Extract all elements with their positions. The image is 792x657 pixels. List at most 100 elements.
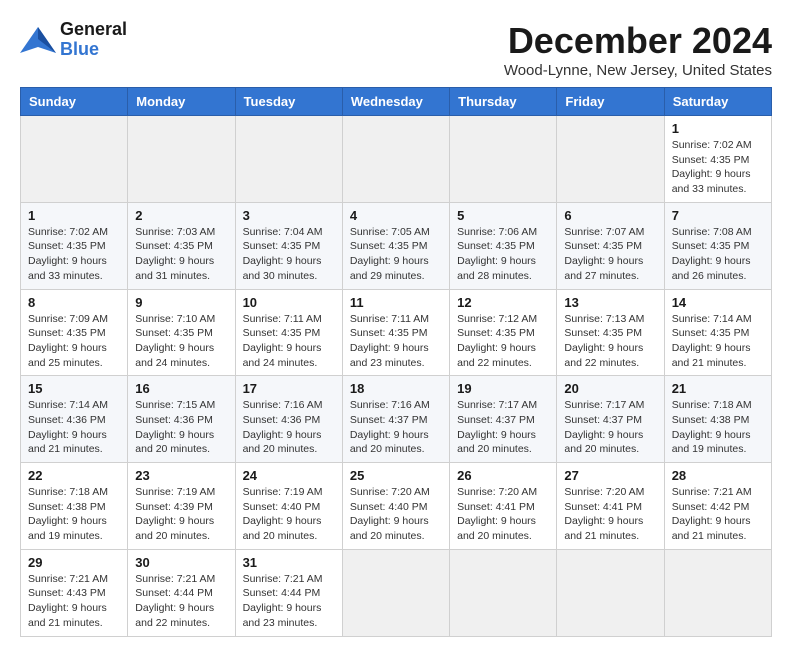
day-info: Sunrise: 7:17 AMSunset: 4:37 PMDaylight:… xyxy=(457,398,549,457)
day-number: 1 xyxy=(672,121,764,136)
page-header: General Blue December 2024 Wood-Lynne, N… xyxy=(20,20,772,79)
calendar-cell xyxy=(21,116,128,203)
day-info: Sunrise: 7:03 AMSunset: 4:35 PMDaylight:… xyxy=(135,225,227,284)
day-info: Sunrise: 7:17 AMSunset: 4:37 PMDaylight:… xyxy=(564,398,656,457)
calendar-cell: 2 Sunrise: 7:03 AMSunset: 4:35 PMDaylight… xyxy=(128,202,235,289)
day-info: Sunrise: 7:18 AMSunset: 4:38 PMDaylight:… xyxy=(28,485,120,544)
day-number: 2 xyxy=(135,208,227,223)
day-info: Sunrise: 7:11 AMSunset: 4:35 PMDaylight:… xyxy=(350,312,442,371)
day-number: 13 xyxy=(564,295,656,310)
day-info: Sunrise: 7:07 AMSunset: 4:35 PMDaylight:… xyxy=(564,225,656,284)
day-number: 11 xyxy=(350,295,442,310)
location-title: Wood-Lynne, New Jersey, United States xyxy=(504,62,772,79)
logo-icon xyxy=(20,25,56,55)
day-number: 18 xyxy=(350,381,442,396)
day-number: 27 xyxy=(564,468,656,483)
day-number: 14 xyxy=(672,295,764,310)
day-info: Sunrise: 7:12 AMSunset: 4:35 PMDaylight:… xyxy=(457,312,549,371)
day-number: 10 xyxy=(243,295,335,310)
day-number: 12 xyxy=(457,295,549,310)
calendar-cell: 27 Sunrise: 7:20 AMSunset: 4:41 PMDayligh… xyxy=(557,463,664,550)
day-number: 21 xyxy=(672,381,764,396)
day-number: 30 xyxy=(135,555,227,570)
calendar-cell xyxy=(342,116,449,203)
day-info: Sunrise: 7:21 AMSunset: 4:44 PMDaylight:… xyxy=(135,572,227,631)
day-info: Sunrise: 7:14 AMSunset: 4:36 PMDaylight:… xyxy=(28,398,120,457)
calendar-cell: 29 Sunrise: 7:21 AMSunset: 4:43 PMDayligh… xyxy=(21,549,128,636)
day-number: 16 xyxy=(135,381,227,396)
calendar-cell: 30 Sunrise: 7:21 AMSunset: 4:44 PMDayligh… xyxy=(128,549,235,636)
day-info: Sunrise: 7:08 AMSunset: 4:35 PMDaylight:… xyxy=(672,225,764,284)
day-info: Sunrise: 7:21 AMSunset: 4:43 PMDaylight:… xyxy=(28,572,120,631)
calendar-cell xyxy=(557,116,664,203)
calendar-cell xyxy=(664,549,771,636)
day-number: 19 xyxy=(457,381,549,396)
day-info: Sunrise: 7:02 AMSunset: 4:35 PMDaylight:… xyxy=(672,138,764,197)
logo: General Blue xyxy=(20,20,127,60)
day-info: Sunrise: 7:21 AMSunset: 4:44 PMDaylight:… xyxy=(243,572,335,631)
day-info: Sunrise: 7:02 AMSunset: 4:35 PMDaylight:… xyxy=(28,225,120,284)
day-info: Sunrise: 7:13 AMSunset: 4:35 PMDaylight:… xyxy=(564,312,656,371)
day-of-week-header: Saturday xyxy=(664,88,771,116)
calendar-cell: 17 Sunrise: 7:16 AMSunset: 4:36 PMDayligh… xyxy=(235,376,342,463)
calendar-cell xyxy=(557,549,664,636)
calendar-cell: 18 Sunrise: 7:16 AMSunset: 4:37 PMDayligh… xyxy=(342,376,449,463)
calendar-cell: 1 Sunrise: 7:02 AMSunset: 4:35 PMDaylight… xyxy=(664,116,771,203)
day-info: Sunrise: 7:16 AMSunset: 4:37 PMDaylight:… xyxy=(350,398,442,457)
calendar-cell xyxy=(342,549,449,636)
calendar-cell: 7Sunrise: 7:08 AMSunset: 4:35 PMDaylight… xyxy=(664,202,771,289)
day-number: 23 xyxy=(135,468,227,483)
calendar-cell: 8 Sunrise: 7:09 AMSunset: 4:35 PMDaylight… xyxy=(21,289,128,376)
day-number: 4 xyxy=(350,208,442,223)
day-info: Sunrise: 7:09 AMSunset: 4:35 PMDaylight:… xyxy=(28,312,120,371)
title-block: December 2024 Wood-Lynne, New Jersey, Un… xyxy=(504,20,772,79)
day-number: 5 xyxy=(457,208,549,223)
calendar-cell: 24 Sunrise: 7:19 AMSunset: 4:40 PMDayligh… xyxy=(235,463,342,550)
day-number: 24 xyxy=(243,468,335,483)
calendar-cell xyxy=(128,116,235,203)
calendar-cell: 13 Sunrise: 7:13 AMSunset: 4:35 PMDayligh… xyxy=(557,289,664,376)
calendar-cell: 5Sunrise: 7:06 AMSunset: 4:35 PMDaylight… xyxy=(450,202,557,289)
day-info: Sunrise: 7:15 AMSunset: 4:36 PMDaylight:… xyxy=(135,398,227,457)
day-info: Sunrise: 7:10 AMSunset: 4:35 PMDaylight:… xyxy=(135,312,227,371)
calendar-cell: 15 Sunrise: 7:14 AMSunset: 4:36 PMDayligh… xyxy=(21,376,128,463)
calendar-cell: 26Sunrise: 7:20 AMSunset: 4:41 PMDayligh… xyxy=(450,463,557,550)
day-number: 31 xyxy=(243,555,335,570)
calendar-cell: 25Sunrise: 7:20 AMSunset: 4:40 PMDayligh… xyxy=(342,463,449,550)
day-number: 3 xyxy=(243,208,335,223)
day-of-week-header: Tuesday xyxy=(235,88,342,116)
calendar-week-row: 29 Sunrise: 7:21 AMSunset: 4:43 PMDayligh… xyxy=(21,549,772,636)
calendar-cell xyxy=(235,116,342,203)
day-number: 17 xyxy=(243,381,335,396)
logo-text: General Blue xyxy=(60,20,127,60)
day-of-week-header: Sunday xyxy=(21,88,128,116)
day-info: Sunrise: 7:04 AMSunset: 4:35 PMDaylight:… xyxy=(243,225,335,284)
day-number: 15 xyxy=(28,381,120,396)
calendar-cell: 20Sunrise: 7:17 AMSunset: 4:37 PMDayligh… xyxy=(557,376,664,463)
calendar-cell: 19 Sunrise: 7:17 AMSunset: 4:37 PMDayligh… xyxy=(450,376,557,463)
day-number: 26 xyxy=(457,468,549,483)
day-info: Sunrise: 7:14 AMSunset: 4:35 PMDaylight:… xyxy=(672,312,764,371)
calendar-cell: 9 Sunrise: 7:10 AMSunset: 4:35 PMDaylight… xyxy=(128,289,235,376)
day-info: Sunrise: 7:19 AMSunset: 4:40 PMDaylight:… xyxy=(243,485,335,544)
calendar-week-row: 8 Sunrise: 7:09 AMSunset: 4:35 PMDaylight… xyxy=(21,289,772,376)
calendar-week-row: 1 Sunrise: 7:02 AMSunset: 4:35 PMDaylight… xyxy=(21,116,772,203)
calendar-cell: 21Sunrise: 7:18 AMSunset: 4:38 PMDayligh… xyxy=(664,376,771,463)
day-info: Sunrise: 7:20 AMSunset: 4:41 PMDaylight:… xyxy=(564,485,656,544)
day-info: Sunrise: 7:19 AMSunset: 4:39 PMDaylight:… xyxy=(135,485,227,544)
day-number: 22 xyxy=(28,468,120,483)
calendar-cell: 16 Sunrise: 7:15 AMSunset: 4:36 PMDayligh… xyxy=(128,376,235,463)
day-number: 25 xyxy=(350,468,442,483)
calendar-cell: 28Sunrise: 7:21 AMSunset: 4:42 PMDayligh… xyxy=(664,463,771,550)
day-number: 29 xyxy=(28,555,120,570)
calendar-week-row: 15 Sunrise: 7:14 AMSunset: 4:36 PMDayligh… xyxy=(21,376,772,463)
day-of-week-header: Monday xyxy=(128,88,235,116)
calendar-cell: 1 Sunrise: 7:02 AMSunset: 4:35 PMDaylight… xyxy=(21,202,128,289)
day-number: 1 xyxy=(28,208,120,223)
day-number: 8 xyxy=(28,295,120,310)
day-info: Sunrise: 7:16 AMSunset: 4:36 PMDaylight:… xyxy=(243,398,335,457)
calendar-cell: 4Sunrise: 7:05 AMSunset: 4:35 PMDaylight… xyxy=(342,202,449,289)
day-number: 9 xyxy=(135,295,227,310)
calendar-cell: 31 Sunrise: 7:21 AMSunset: 4:44 PMDayligh… xyxy=(235,549,342,636)
calendar-cell xyxy=(450,116,557,203)
